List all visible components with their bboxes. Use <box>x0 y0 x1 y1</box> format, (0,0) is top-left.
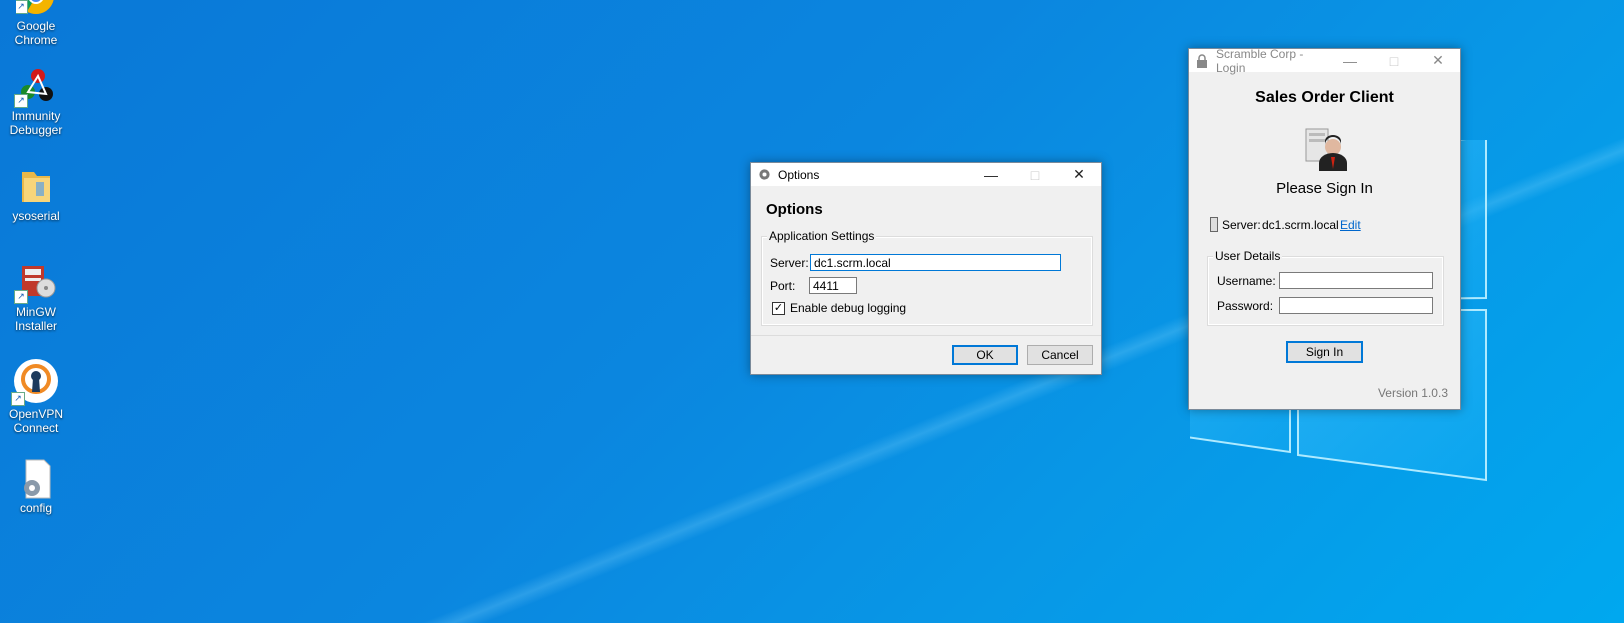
desktop-icon-openvpn-connect[interactable]: ↗ OpenVPN Connect <box>6 358 66 435</box>
username-input[interactable] <box>1279 272 1433 289</box>
config-file-icon <box>16 458 56 499</box>
chrome-icon: ↗ <box>16 0 56 16</box>
gear-icon <box>756 167 772 183</box>
desktop-icon-google-chrome[interactable]: ↗ Google Chrome <box>6 0 66 47</box>
openvpn-icon: ↗ <box>11 358 59 406</box>
desktop-icon-label: config <box>19 501 53 515</box>
user-details-group: User Details Username: Password: <box>1207 249 1444 326</box>
maximize-button: □ <box>1389 52 1399 69</box>
options-heading: Options <box>766 201 823 218</box>
desktop-icon-label: MinGW <box>16 305 56 319</box>
version-label: Version 1.0.3 <box>1377 386 1448 400</box>
debug-label[interactable]: Enable debug logging <box>790 301 906 315</box>
desktop-icon-label: OpenVPN <box>8 407 64 421</box>
desktop-icon-label: Immunity <box>11 109 61 123</box>
user-avatar-icon <box>1303 125 1349 171</box>
options-titlebar[interactable]: Options — □ ✕ <box>751 163 1101 186</box>
close-button[interactable]: ✕ <box>1057 163 1101 186</box>
desktop-icon-config[interactable]: config <box>6 458 66 515</box>
login-window: Scramble Corp - Login — □ ✕ Sales Order … <box>1188 46 1461 410</box>
close-button[interactable]: ✕ <box>1416 49 1460 72</box>
maximize-button: □ <box>1030 166 1040 183</box>
desktop-icon-label: Google <box>16 19 56 33</box>
desktop-icon-label: Installer <box>14 319 58 333</box>
password-input[interactable] <box>1279 297 1433 314</box>
options-window: Options — □ ✕ Options Application Settin… <box>750 162 1102 375</box>
cancel-button[interactable]: Cancel <box>1027 345 1093 365</box>
edit-server-link[interactable]: Edit <box>1340 218 1361 232</box>
ok-button[interactable]: OK <box>952 345 1018 365</box>
server-label: Server: <box>770 256 809 270</box>
mingw-installer-icon: ↗ <box>14 262 56 304</box>
minimize-button[interactable]: — <box>1328 49 1372 72</box>
signin-button[interactable]: Sign In <box>1286 341 1363 363</box>
server-label: Server: <box>1222 218 1261 232</box>
desktop-icon-immunity-debugger[interactable]: ↗ Immunity Debugger <box>6 66 66 137</box>
application-settings-group: Application Settings Server: dc1.scrm.lo… <box>761 229 1093 326</box>
port-input[interactable]: 4411 <box>809 277 857 294</box>
server-icon <box>1210 217 1218 232</box>
window-title: Scramble Corp - Login <box>1216 46 1304 75</box>
desktop-icon-label: Connect <box>13 421 59 435</box>
desktop-icon-label: Debugger <box>9 123 63 137</box>
desktop-icon-label: Chrome <box>14 33 58 47</box>
desktop-icon-label: ysoserial <box>12 209 60 223</box>
group-label: User Details <box>1213 249 1283 263</box>
login-titlebar[interactable]: Scramble Corp - Login — □ ✕ <box>1189 46 1460 75</box>
port-label: Port: <box>770 279 796 293</box>
desktop-icon-mingw-installer[interactable]: ↗ MinGW Installer <box>6 262 66 333</box>
folder-icon <box>16 166 56 206</box>
lock-icon <box>1194 53 1210 69</box>
server-value: dc1.scrm.local <box>1262 218 1339 232</box>
signin-subheading: Please Sign In <box>1276 180 1373 197</box>
minimize-button[interactable]: — <box>969 163 1013 186</box>
debug-checkbox[interactable]: ✓ <box>772 302 785 315</box>
password-label: Password: <box>1217 299 1274 313</box>
login-heading: Sales Order Client <box>1255 89 1394 106</box>
server-input[interactable]: dc1.scrm.local <box>810 254 1061 271</box>
group-label: Application Settings <box>767 229 877 243</box>
immunity-debugger-icon: ↗ <box>14 66 56 108</box>
username-label: Username: <box>1217 274 1276 288</box>
desktop-icon-ysoserial[interactable]: ysoserial <box>6 166 66 223</box>
window-title: Options <box>778 167 820 182</box>
